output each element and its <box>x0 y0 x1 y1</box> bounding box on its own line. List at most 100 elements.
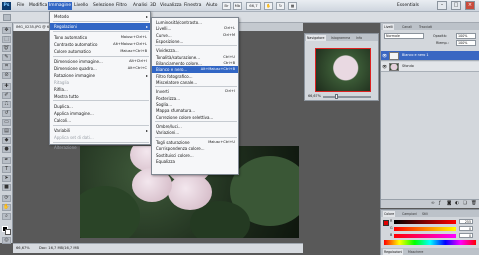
menu-item-regolazioni[interactable]: Regolazioni ▸ <box>50 23 150 31</box>
menu-item-mostra-tutto[interactable]: Mostra tutto <box>50 93 150 100</box>
background-color-swatch[interactable] <box>5 229 11 235</box>
menu-item-label: Vividezza... <box>156 48 179 54</box>
layer-name: Sfondo <box>402 64 414 68</box>
menu-item-esposizione[interactable]: Esposizione... <box>152 38 238 45</box>
quick-mask-icon[interactable]: ◎ <box>2 237 11 244</box>
tab-istogramma[interactable]: Istogramma <box>330 35 351 41</box>
menu-selezione[interactable]: Selezione <box>92 2 115 10</box>
menu-aiuto[interactable]: Aiuto <box>205 2 218 10</box>
menu-filtro[interactable]: Filtro <box>115 2 128 10</box>
hand-tool-icon[interactable]: ✋ <box>2 204 11 211</box>
visibility-eye-icon[interactable]: 👁 <box>382 64 387 69</box>
history-brush-tool-icon[interactable]: ↺ <box>2 110 11 117</box>
clone-stamp-tool-icon[interactable]: ⎍ <box>2 101 11 108</box>
tab-colore[interactable]: Colore <box>383 211 396 217</box>
new-layer-icon[interactable]: ❏ <box>463 201 467 206</box>
3d-rotate-tool-icon[interactable]: ⟳ <box>2 195 11 202</box>
link-layers-icon[interactable]: ∞ <box>431 201 435 206</box>
menu-item-metodo[interactable]: Metodo ▸ <box>50 13 150 20</box>
blend-mode-select[interactable]: Normale <box>384 33 424 39</box>
trash-icon[interactable]: 🗑 <box>471 201 477 206</box>
quick-selection-tool-icon[interactable]: ✎ <box>2 54 11 61</box>
rotate-view-icon[interactable]: ↻ <box>276 2 285 10</box>
tools-panel: ✥ ⬚ ➰ ✎ ⌗ ⊘ ✚ ✐ ⎍ ↺ ▭ ▤ ◆ ● ✒ T ➤ ■ ⟳ ✋ … <box>0 23 13 244</box>
healing-brush-tool-icon[interactable]: ✚ <box>2 83 11 90</box>
tab-campioni[interactable]: Campioni <box>401 211 418 217</box>
channel-b-slider[interactable] <box>394 234 456 238</box>
menu-visualizza[interactable]: Visualizza <box>159 2 183 10</box>
lasso-tool-icon[interactable]: ➰ <box>2 45 11 52</box>
adjustment-layer-icon[interactable]: ◐ <box>455 201 459 206</box>
tab-info[interactable]: Info <box>355 35 363 41</box>
navigator-zoom-slider-knob[interactable] <box>335 94 338 99</box>
eyedropper-tool-icon[interactable]: ⊘ <box>2 72 11 79</box>
navigator-thumbnail[interactable] <box>315 48 371 92</box>
layer-thumbnail <box>389 63 399 71</box>
zoom-readout[interactable]: 66,67% <box>16 246 30 250</box>
layer-mask-icon[interactable]: ◙ <box>447 201 451 206</box>
channel-r-slider[interactable] <box>394 220 456 224</box>
menu-livello[interactable]: Livello <box>73 2 89 10</box>
tab-maschere[interactable]: Maschere <box>407 249 424 255</box>
fill-field[interactable]: 100% <box>456 40 476 46</box>
workspace-switcher[interactable]: Essentials <box>396 2 420 10</box>
pen-tool-icon[interactable]: ✒ <box>2 157 11 164</box>
bridge-button[interactable]: Br <box>222 2 231 10</box>
tab-regolazioni[interactable]: Regolazioni <box>383 249 404 255</box>
channel-g-slider[interactable] <box>394 227 456 231</box>
eraser-tool-icon[interactable]: ▭ <box>2 119 11 126</box>
channel-b-value[interactable]: 0 <box>459 233 473 238</box>
tool-preset-picker[interactable] <box>3 14 11 21</box>
path-selection-tool-icon[interactable]: ➤ <box>2 175 11 182</box>
color-panel-foreground-swatch[interactable] <box>383 220 389 226</box>
crop-tool-icon[interactable]: ⌗ <box>2 63 11 70</box>
zoom-level-field[interactable]: 66,7 <box>246 2 261 10</box>
blur-tool-icon[interactable]: ◆ <box>2 137 11 144</box>
menu-file[interactable]: File <box>16 2 25 10</box>
close-button[interactable]: × <box>465 1 475 10</box>
tab-livelli[interactable]: Livelli <box>383 24 395 30</box>
menu-item-calcoli[interactable]: Calcoli... <box>50 117 150 124</box>
menu-immagine[interactable]: Immagine <box>48 2 73 10</box>
layer-row[interactable]: 👁 Bianco e nero 1 <box>381 51 479 61</box>
zoom-tool-icon[interactable]: ⌕ <box>2 213 11 220</box>
document-tab[interactable]: IMG_0235.JPG @ 66,7% (RGB/8) <box>14 24 50 31</box>
marquee-tool-icon[interactable]: ⬚ <box>2 36 11 43</box>
gradient-tool-icon[interactable]: ▤ <box>2 128 11 135</box>
menu-separator <box>53 20 149 22</box>
menu-item-equalizza[interactable]: Equalizza <box>152 158 238 165</box>
menu-finestra[interactable]: Finestra <box>183 2 202 10</box>
arrange-documents-icon[interactable]: ▦ <box>288 2 297 10</box>
opacity-field[interactable]: 100% <box>456 33 476 39</box>
menu-item-colore-automatico[interactable]: Colore automatico Maiusc+Ctrl+B <box>50 48 150 55</box>
minibridge-button[interactable]: Mb <box>233 2 242 10</box>
layer-style-icon[interactable]: ƒ <box>439 201 441 206</box>
maximize-button[interactable]: □ <box>451 1 461 10</box>
shape-tool-icon[interactable]: ■ <box>2 184 11 191</box>
menu-3d[interactable]: 3D <box>149 2 157 10</box>
menu-item-shortcut: Maiusc+Ctrl+B <box>120 48 147 53</box>
menu-item-variazioni[interactable]: Variazioni... <box>152 129 238 136</box>
menu-item-miscelatore-canale[interactable]: Miscelatore canale... <box>152 79 238 86</box>
type-tool-icon[interactable]: T <box>2 166 11 173</box>
minimize-button[interactable]: – <box>437 1 447 10</box>
hand-icon[interactable]: ✋ <box>264 2 273 10</box>
channel-g-value[interactable]: 0 <box>459 226 473 231</box>
navigator-zoom-field[interactable]: 66,67% <box>308 94 321 98</box>
menu-analisi[interactable]: Analisi <box>132 2 148 10</box>
menu-item-label: Calcoli... <box>54 117 72 123</box>
tab-stili[interactable]: Stili <box>421 211 429 217</box>
menu-modifica[interactable]: Modifica <box>28 2 48 10</box>
move-tool-icon[interactable]: ✥ <box>2 27 11 34</box>
tab-canali[interactable]: Canali <box>401 24 413 30</box>
layer-row[interactable]: 👁 Sfondo <box>381 62 479 72</box>
dodge-tool-icon[interactable]: ● <box>2 146 11 153</box>
tab-navigatore[interactable]: Navigatore <box>306 35 326 41</box>
color-spectrum-bar[interactable] <box>384 240 476 245</box>
tab-tracciati[interactable]: Tracciati <box>418 24 433 30</box>
navigator-zoom-slider[interactable] <box>323 96 371 98</box>
menu-item-correzione-colore-selettiva[interactable]: Correzione colore selettiva... <box>152 114 238 121</box>
visibility-eye-icon[interactable]: 👁 <box>382 53 387 58</box>
channel-r-value[interactable]: 255 <box>459 219 473 224</box>
brush-tool-icon[interactable]: ✐ <box>2 92 11 99</box>
